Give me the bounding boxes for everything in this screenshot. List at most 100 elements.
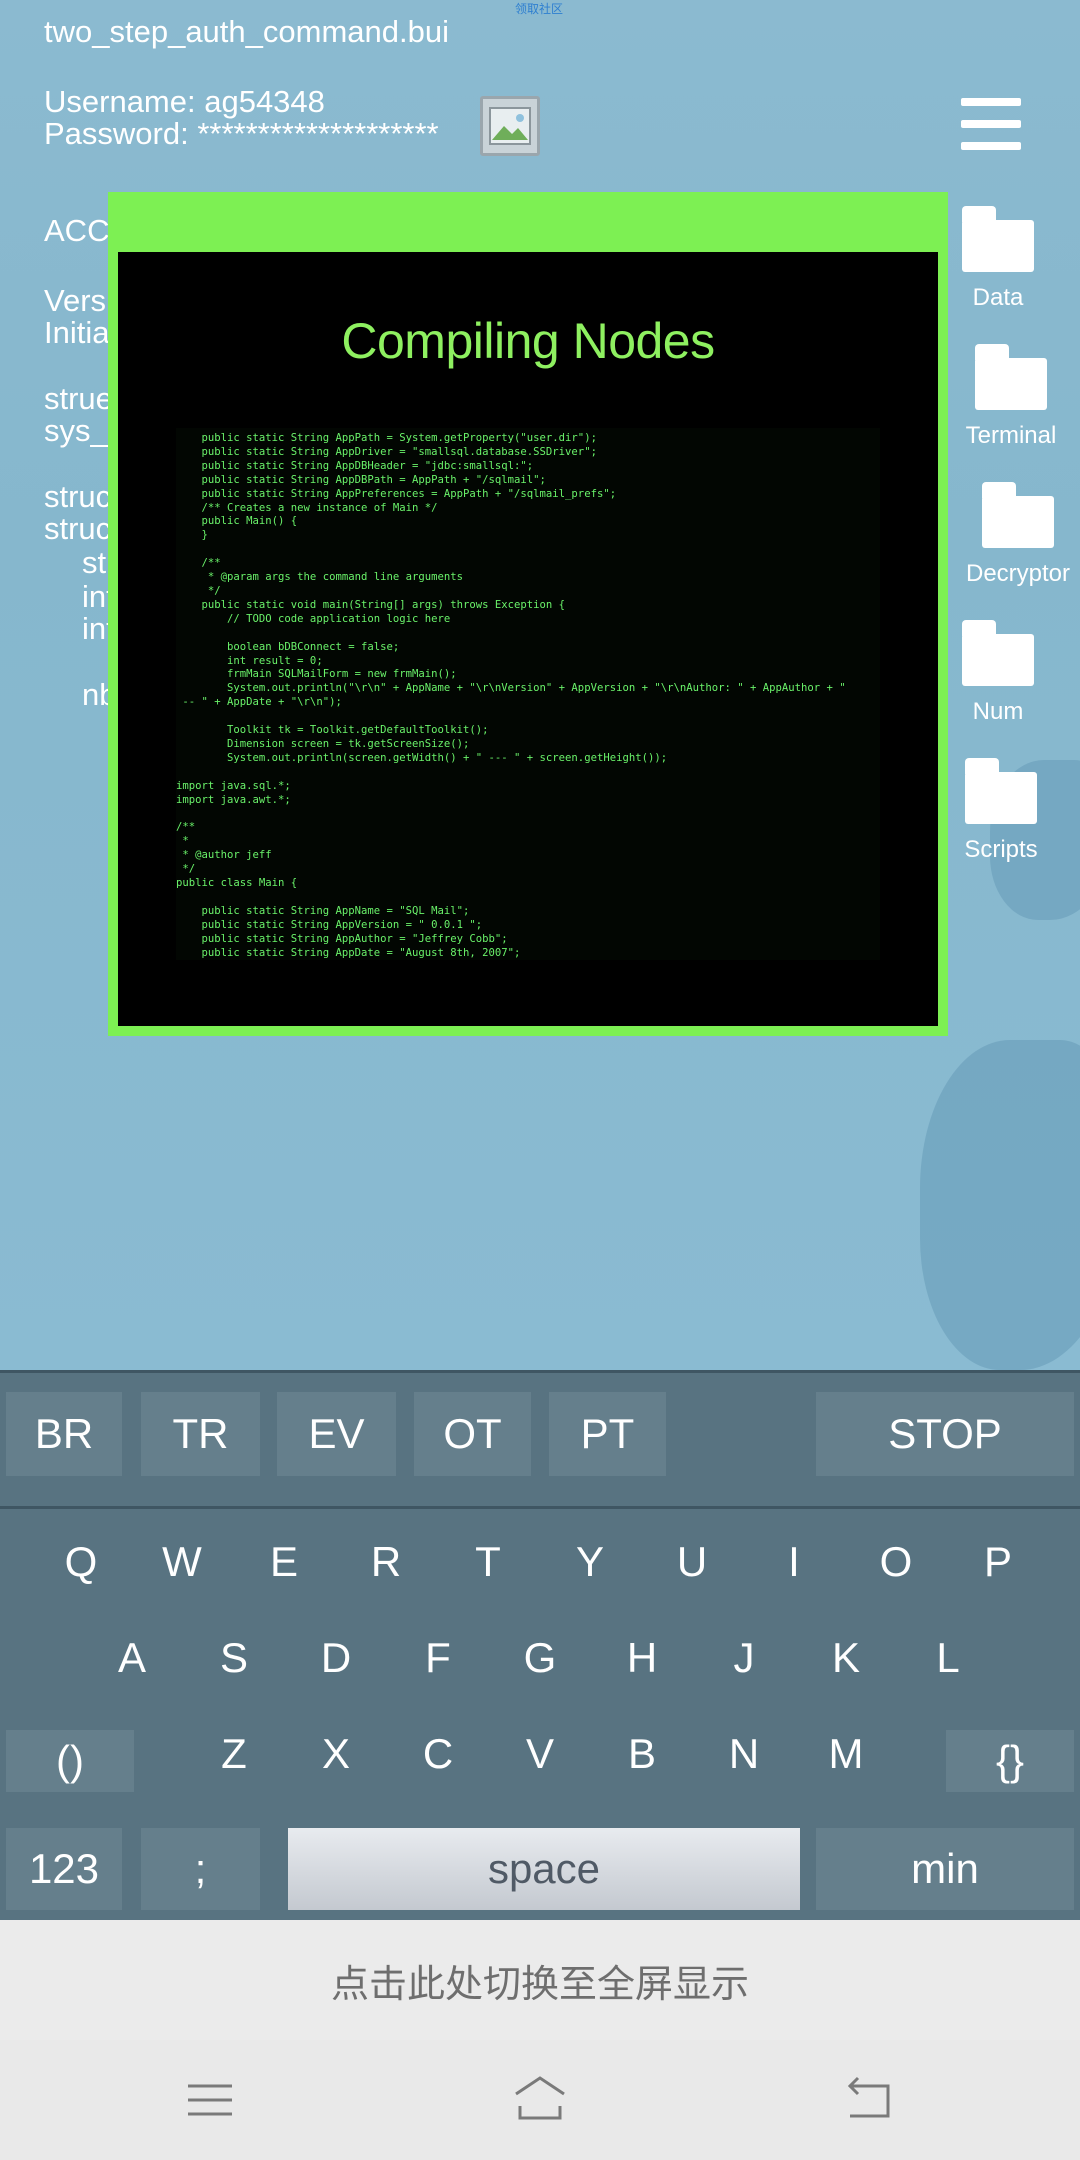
code-line: public static void main(String[] args) t…	[176, 598, 566, 611]
desktop-icon-label: Num	[972, 698, 1024, 725]
background-text: sys_	[44, 413, 108, 448]
wallpaper-landmass	[920, 1040, 1080, 1370]
compiling-modal: Compiling Nodes public static String App…	[108, 192, 948, 1036]
key-h[interactable]: H	[592, 1618, 692, 1698]
background-text: Versi	[44, 283, 113, 318]
key-s[interactable]: S	[184, 1618, 284, 1698]
desktop-icon-terminal[interactable]: Terminal	[951, 344, 1071, 450]
code-line: int result = 0;	[176, 654, 323, 667]
key-i[interactable]: I	[744, 1522, 844, 1602]
key-m[interactable]: M	[796, 1714, 896, 1794]
fullscreen-toggle-bar[interactable]: 点击此处切换至全屏显示	[0, 1920, 1080, 2040]
code-line: import java.awt.*;	[176, 793, 291, 806]
desktop-icon-decryptor[interactable]: Decryptor	[958, 482, 1078, 588]
code-line: /**	[176, 821, 196, 834]
file-title: two_step_auth_command.bui	[44, 14, 449, 49]
key-u[interactable]: U	[642, 1522, 742, 1602]
code-line: public static String AppPreferences = Ap…	[176, 487, 617, 500]
code-line: public static String AppDBPath = AppPath…	[176, 473, 546, 486]
key-o[interactable]: O	[846, 1522, 946, 1602]
top-notice-link[interactable]: 领取社区	[515, 0, 563, 17]
menu-icon[interactable]	[180, 2070, 240, 2130]
key-r[interactable]: R	[336, 1522, 436, 1602]
code-line: public static String AppDate = "August 8…	[176, 946, 521, 959]
key-t[interactable]: T	[438, 1522, 538, 1602]
code-line: * @author jeff	[176, 849, 272, 862]
code-line: Dimension screen = tk.getScreenSize();	[176, 737, 470, 750]
code-line: -- " + AppDate + "\r\n");	[176, 696, 342, 709]
username-text: Username: ag54348	[44, 84, 325, 119]
key-e[interactable]: E	[234, 1522, 334, 1602]
password-text: Password: ********************	[44, 116, 439, 151]
braces-key[interactable]: {}	[946, 1730, 1074, 1792]
keyboard-divider	[0, 1506, 1080, 1509]
key-l[interactable]: L	[898, 1618, 998, 1698]
code-line: public static String AppDBHeader = "jdbc…	[176, 459, 534, 472]
space-key[interactable]: space	[288, 1828, 800, 1910]
code-line: /** Creates a new instance of Main */	[176, 501, 438, 514]
hamburger-menu-icon[interactable]	[961, 98, 1021, 150]
code-line: // TODO code application logic here	[176, 612, 451, 625]
folder-icon	[965, 758, 1037, 824]
key-k[interactable]: K	[796, 1618, 896, 1698]
desktop-icon-label: Scripts	[964, 836, 1038, 863]
command-key-pt[interactable]: PT	[549, 1392, 666, 1476]
back-icon[interactable]	[840, 2070, 900, 2130]
key-g[interactable]: G	[490, 1618, 590, 1698]
background-text: ACC	[44, 213, 110, 248]
key-q[interactable]: Q	[31, 1522, 131, 1602]
code-line: }	[176, 529, 208, 542]
desktop-icon-num[interactable]: Num	[938, 620, 1058, 726]
key-w[interactable]: W	[132, 1522, 232, 1602]
code-line: System.out.println("\r\n" + AppName + "\…	[176, 682, 846, 695]
code-line: System.out.println(screen.getWidth() + "…	[176, 751, 668, 764]
command-key-br[interactable]: BR	[6, 1392, 122, 1476]
key-c[interactable]: C	[388, 1714, 488, 1794]
key-d[interactable]: D	[286, 1618, 386, 1698]
parentheses-key[interactable]: ()	[6, 1730, 134, 1792]
key-v[interactable]: V	[490, 1714, 590, 1794]
code-line: */	[176, 863, 196, 876]
terminal-screen: Compiling Nodes public static String App…	[118, 252, 938, 1026]
folder-icon	[962, 206, 1034, 272]
key-f[interactable]: F	[388, 1618, 488, 1698]
key-b[interactable]: B	[592, 1714, 692, 1794]
semicolon-key[interactable]: ;	[141, 1828, 260, 1910]
command-key-ot[interactable]: OT	[414, 1392, 531, 1476]
background-text: st	[82, 545, 107, 580]
min-key[interactable]: min	[816, 1828, 1074, 1910]
code-line: import java.sql.*;	[176, 779, 291, 792]
command-key-tr[interactable]: TR	[141, 1392, 260, 1476]
code-line: public static String AppVersion = " 0.0.…	[176, 918, 483, 931]
key-z[interactable]: Z	[184, 1714, 284, 1794]
key-p[interactable]: P	[948, 1522, 1048, 1602]
code-line: public static String AppName = "SQL Mail…	[176, 904, 470, 917]
home-icon[interactable]	[510, 2070, 570, 2130]
code-line: * @param args the command line arguments	[176, 571, 464, 584]
code-line: frmMain SQLMailForm = new frmMain();	[176, 668, 457, 681]
code-output: public static String AppPath = System.ge…	[176, 428, 880, 960]
broken-image-icon	[480, 96, 540, 156]
key-y[interactable]: Y	[540, 1522, 640, 1602]
game-keyboard: BR TR EV OT PT STOP Q W E R T Y U I O P …	[0, 1370, 1080, 1920]
desktop-icon-scripts[interactable]: Scripts	[941, 758, 1061, 864]
code-line: boolean bDBConnect = false;	[176, 640, 400, 653]
key-j[interactable]: J	[694, 1618, 794, 1698]
numbers-key[interactable]: 123	[6, 1828, 122, 1910]
system-nav-bar	[0, 2040, 1080, 2160]
keyboard-divider	[0, 1370, 1080, 1373]
background-text: struc	[44, 479, 112, 514]
code-line: /**	[176, 557, 221, 570]
key-a[interactable]: A	[82, 1618, 182, 1698]
desktop-icon-data[interactable]: Data	[938, 206, 1058, 312]
command-key-ev[interactable]: EV	[277, 1392, 396, 1476]
stop-button[interactable]: STOP	[816, 1392, 1074, 1476]
key-n[interactable]: N	[694, 1714, 794, 1794]
key-x[interactable]: X	[286, 1714, 386, 1794]
code-line: */	[176, 584, 221, 597]
code-line: public static String AppPath = System.ge…	[176, 432, 597, 444]
